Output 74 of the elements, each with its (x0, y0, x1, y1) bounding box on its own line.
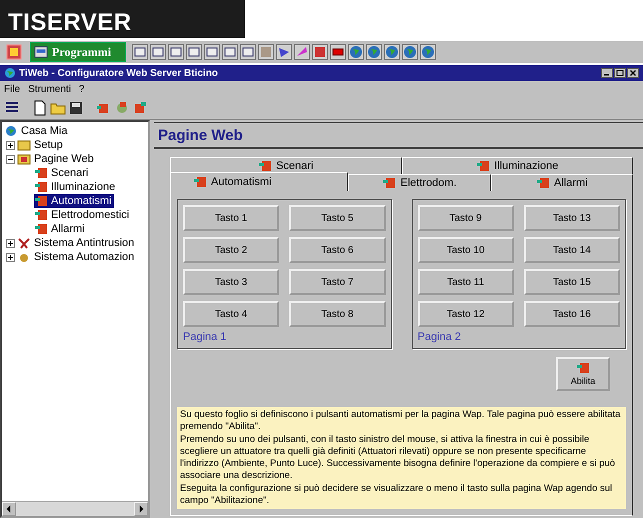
key-button[interactable]: Tasto 2 (183, 237, 280, 263)
expander-icon[interactable] (6, 238, 15, 248)
scroll-bar[interactable] (2, 501, 148, 516)
tab[interactable]: Automatismi (170, 172, 348, 191)
tab[interactable]: Elettrodom. (348, 174, 491, 191)
key-button[interactable]: Tasto 12 (418, 301, 514, 327)
cross-icon (17, 237, 31, 249)
help-paragraph: Su questo foglio si definiscono i pulsanti automatismi per la pagina Wap. Tale pagina può essere abilitata premendo "Abilita". (180, 409, 622, 434)
key-button[interactable]: Tasto 16 (524, 301, 620, 327)
tree-item[interactable]: Scenari (34, 166, 90, 180)
key-button[interactable]: Tasto 3 (183, 269, 280, 295)
circle-icon (17, 251, 31, 263)
key-button[interactable]: Tasto 9 (418, 205, 514, 231)
key-button[interactable]: Tasto 4 (183, 301, 280, 327)
help-paragraph: Eseguita la configurazione si può decidere se visualizzare o meno il tasto sulla pagina Wap agendo sul campo "Abilitazione". (180, 482, 614, 508)
menu-item[interactable]: File (4, 84, 20, 94)
tree-item[interactable]: Sistema Automazion (17, 250, 136, 264)
program-icon[interactable] (276, 44, 292, 60)
page-caption: Pagina 2 (418, 331, 462, 343)
window-icon[interactable] (222, 44, 238, 60)
window-icon[interactable] (132, 44, 148, 60)
globe-icon[interactable] (384, 44, 400, 60)
globe-icon[interactable] (402, 44, 418, 60)
tab[interactable]: Illuminazione (402, 157, 633, 174)
close-icon[interactable] (627, 68, 639, 78)
globe-icon[interactable] (366, 44, 382, 60)
key-button[interactable]: Tasto 10 (418, 237, 514, 263)
window-icon (34, 45, 48, 59)
folder-icon (17, 139, 31, 151)
key-button[interactable]: Tasto 11 (418, 269, 514, 295)
window-icon[interactable] (168, 44, 184, 60)
minimize-icon[interactable] (601, 68, 613, 78)
window-icon[interactable] (204, 44, 220, 60)
key-button[interactable]: Tasto 13 (524, 205, 620, 231)
key-button[interactable]: Tasto 8 (289, 301, 386, 327)
window-icon[interactable] (240, 44, 256, 60)
tree-item[interactable]: Casa Mia (4, 124, 146, 138)
key-button[interactable]: Tasto 1 (183, 205, 280, 231)
key-button[interactable]: Tasto 15 (524, 269, 620, 295)
window-icon[interactable] (150, 44, 166, 60)
globe-icon (4, 67, 16, 79)
program-icon[interactable] (330, 44, 346, 60)
tab[interactable]: Allarmi (490, 174, 634, 191)
expander-icon[interactable] (6, 140, 15, 150)
save-icon[interactable] (68, 100, 84, 116)
tree-item[interactable]: Sistema Antintrusion (17, 236, 136, 250)
window-title: TiWeb - Configuratore Web Server Bticino (19, 68, 219, 78)
enable-button[interactable]: Abilita (556, 357, 610, 391)
key-button[interactable]: Tasto 5 (289, 205, 386, 231)
programs-button[interactable]: Programmi (30, 42, 126, 62)
menu-item[interactable]: ? (78, 84, 84, 94)
panel-title: Pagine Web (154, 122, 643, 149)
maximize-icon[interactable] (614, 68, 626, 78)
tree-item[interactable]: Allarmi (34, 222, 87, 236)
tree-item[interactable]: Pagine Web (17, 152, 96, 166)
folder-icon (17, 153, 31, 165)
tree-item[interactable]: Setup (17, 138, 65, 152)
tree-item[interactable]: Elettrodomestici (34, 208, 132, 222)
header-title: TISERVER (8, 8, 132, 38)
key-button[interactable]: Tasto 14 (524, 237, 620, 263)
window-icon[interactable] (186, 44, 202, 60)
tree-item[interactable]: Illuminazione (34, 180, 118, 194)
help-paragraph: Premendo su uno dei pulsanti, con il tasto sinistro del mouse, si attiva la finestra in cui è possibile scegliere un attuatore tra quelli già definiti (Attuatori rilevati) oppure se non presente specificarne l'indirizzo (Ambiente, Punto Luce). Successivamente bisogna definire l'operazione da compiere e si può associare una descrizione. (180, 434, 616, 483)
tab[interactable]: Scenari (170, 157, 402, 174)
page-caption: Pagina 1 (183, 331, 228, 343)
key-button[interactable]: Tasto 6 (289, 237, 386, 263)
menu-item[interactable]: Strumenti (28, 84, 71, 94)
new-document-icon[interactable] (32, 100, 48, 116)
expander-icon[interactable] (6, 252, 15, 262)
tree-item[interactable]: Automatismi (34, 194, 114, 208)
expander-icon[interactable] (6, 154, 15, 164)
key-button[interactable]: Tasto 7 (289, 269, 386, 295)
globe-icon[interactable] (420, 44, 436, 60)
globe-icon (4, 125, 18, 137)
